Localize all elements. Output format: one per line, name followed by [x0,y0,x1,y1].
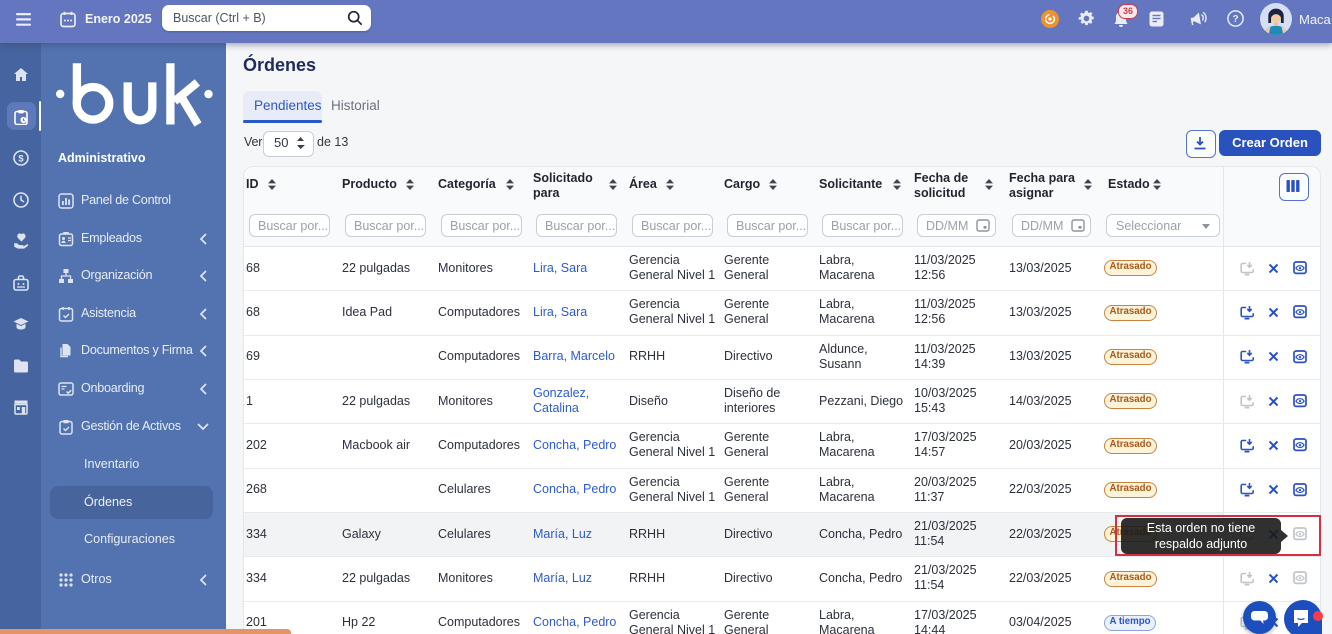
svg-text:?: ? [1232,14,1238,25]
svg-text:$: $ [18,153,24,164]
